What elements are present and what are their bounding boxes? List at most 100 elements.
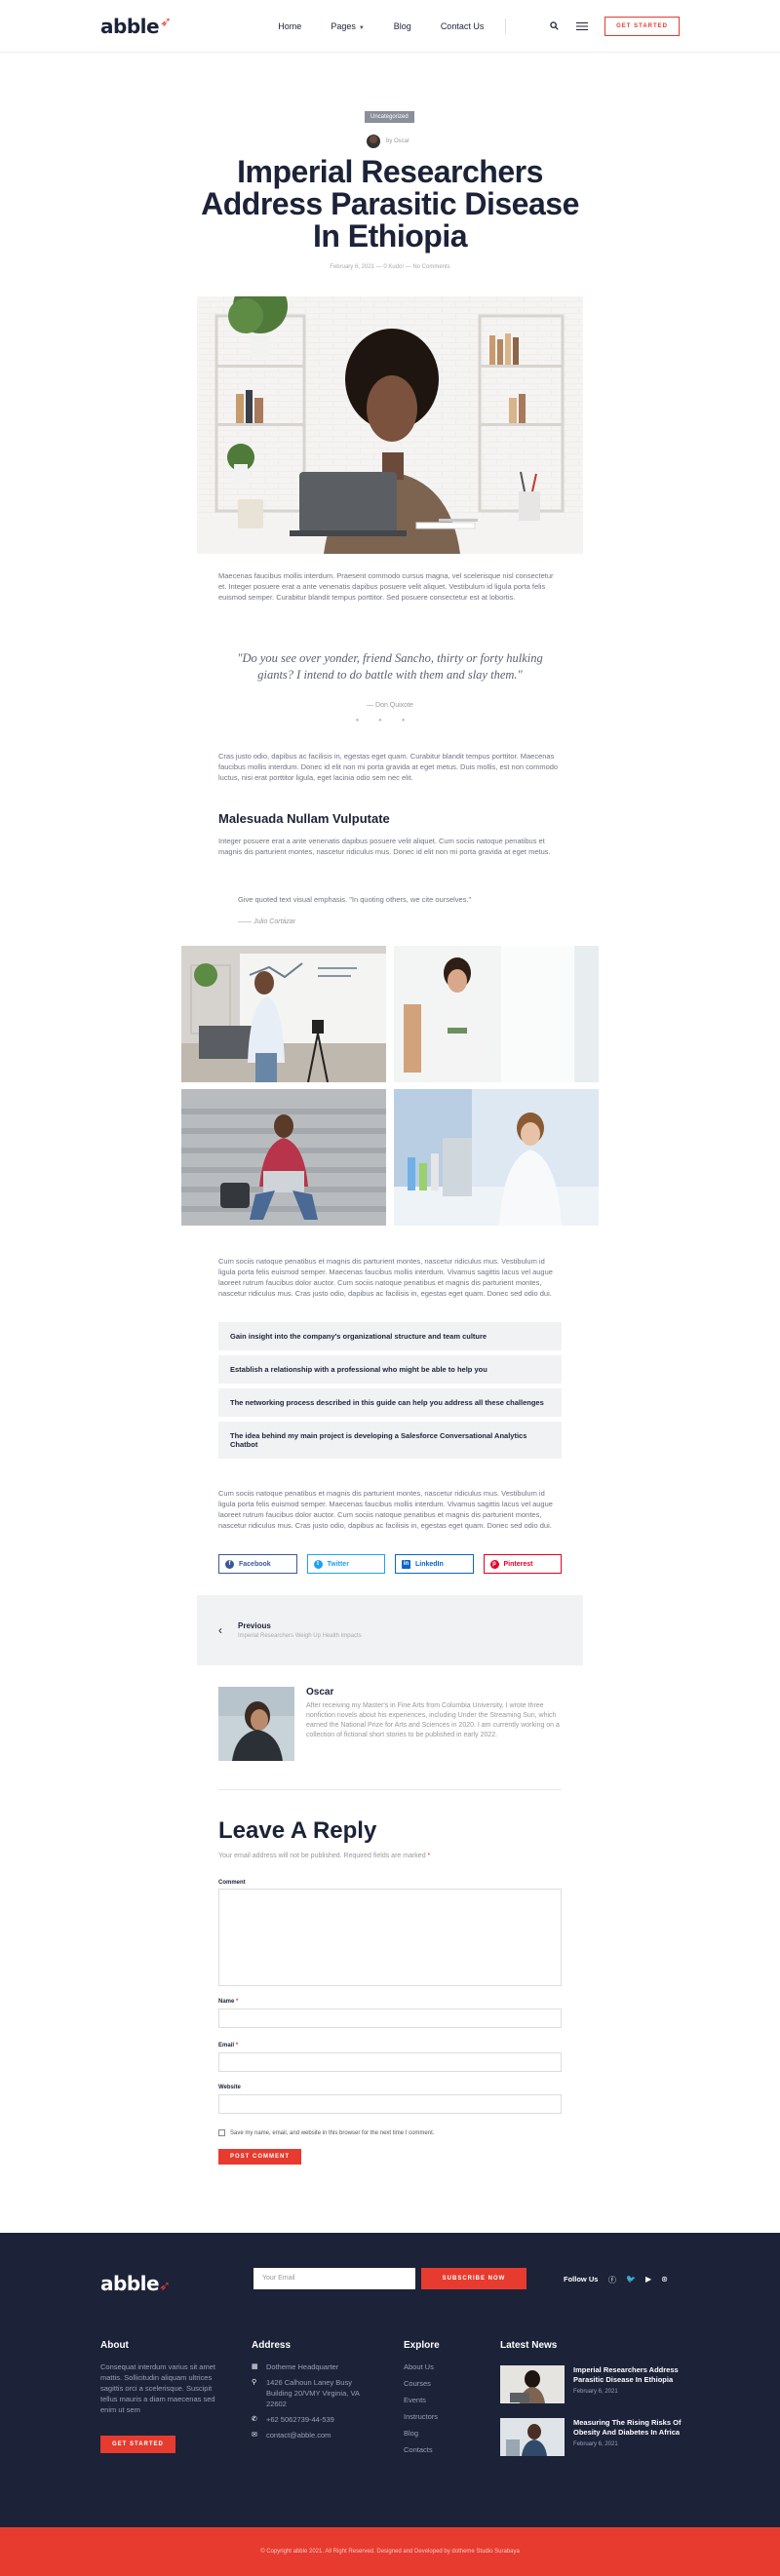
- nav-item-home[interactable]: Home: [278, 21, 301, 31]
- twitter-icon[interactable]: 🐦: [626, 2275, 636, 2285]
- nav-item-pages[interactable]: Pages ▼: [331, 21, 364, 31]
- social-links: ⓕ 🐦 ▶ ⊛: [608, 2275, 668, 2285]
- footer-link-courses[interactable]: Courses: [404, 2378, 438, 2389]
- author-name[interactable]: by Oscar: [386, 138, 410, 144]
- previous-label: Previous: [238, 1621, 271, 1630]
- author-name: Oscar: [306, 1687, 334, 1698]
- email-label: Email *: [218, 2043, 239, 2049]
- checklist: Gain insight into the company's organiza…: [218, 1322, 562, 1464]
- gallery-image-teacher[interactable]: [181, 946, 386, 1082]
- copyright-bar: © Copyright abble 2021. All Right Reserv…: [0, 2527, 780, 2576]
- address-email[interactable]: ✉ contact@abble.com: [252, 2430, 373, 2440]
- footer-address-title: Address: [252, 2340, 292, 2351]
- nav-item-contact[interactable]: Contact Us: [441, 21, 485, 31]
- paragraph-3: Integer posuere erat a ante venenatis da…: [218, 837, 551, 856]
- news-date: February 6, 2021: [573, 2441, 618, 2447]
- address-phone[interactable]: ✆ +62 5062739-44-539: [252, 2414, 373, 2425]
- site-header: abble ➶ Home Pages ▼ Blog Contact Us GET S…: [0, 0, 780, 53]
- gallery-image-student-laptop[interactable]: [181, 1089, 386, 1226]
- header-divider: [505, 18, 507, 34]
- building-icon: ▦: [252, 2363, 258, 2370]
- get-started-button[interactable]: GET STARTED: [604, 16, 680, 36]
- name-input[interactable]: [218, 2009, 562, 2028]
- youtube-icon[interactable]: ▶: [645, 2275, 651, 2285]
- paragraph-5: Cum sociis natoque penatibus et magnis d…: [218, 1489, 553, 1530]
- share-pinterest-button[interactable]: p Pinterest: [483, 1554, 562, 1574]
- subscribe-button[interactable]: SUBSCRIBE NOW: [421, 2268, 526, 2289]
- image-gallery: [181, 946, 599, 1226]
- news-thumbnail: [500, 2365, 565, 2403]
- category-badge[interactable]: Uncategorized: [365, 111, 414, 123]
- save-info-label: Save my name, email, and website in this…: [230, 2129, 435, 2136]
- facebook-icon[interactable]: ⓕ: [608, 2275, 616, 2285]
- nav-item-blog[interactable]: Blog: [394, 21, 411, 31]
- main-nav: Home Pages ▼ Blog Contact Us: [278, 21, 484, 31]
- divider: [218, 1789, 562, 1790]
- featured-image: [197, 296, 583, 554]
- dribbble-icon[interactable]: ⊛: [661, 2275, 668, 2285]
- comment-textarea[interactable]: [218, 1889, 562, 1986]
- address-street: ⚲ 1426 Calhoun Laney Busy Building 20/VMY…: [252, 2378, 360, 2408]
- news-title: Measuring The Rising Risks Of Obesity An…: [573, 2418, 682, 2437]
- footer-address: ▦ Dotheme Headquarter ⚲ 1426 Calhoun Laney…: [252, 2361, 373, 2445]
- search-icon[interactable]: [550, 21, 560, 30]
- menu-icon[interactable]: [576, 21, 589, 30]
- blockquote-author: —— Julio Cortázar: [238, 918, 296, 925]
- author-avatar: [367, 135, 380, 148]
- footer-about-title: About: [100, 2340, 129, 2351]
- post-meta: February 6, 2021 — 0 Kudo! — No Comments: [330, 264, 450, 270]
- news-item[interactable]: Imperial Researchers Address Parasitic D…: [500, 2365, 688, 2403]
- footer-news-title: Latest News: [500, 2340, 558, 2351]
- paragraph-2: Cras justo odio, dapibus ac facilisis in…: [218, 752, 559, 782]
- checklist-item: The networking process described in this…: [218, 1388, 562, 1417]
- footer-logo[interactable]: abble➶: [100, 2272, 171, 2295]
- footer-link-events[interactable]: Events: [404, 2395, 438, 2405]
- section-heading: Malesuada Nullam Vulputate: [218, 811, 390, 826]
- chevron-down-icon: ▼: [358, 24, 365, 31]
- share-linkedin-button[interactable]: in LinkedIn: [395, 1554, 474, 1574]
- gallery-image-woman-smiling[interactable]: [394, 946, 599, 1082]
- footer-link-blog[interactable]: Blog: [404, 2428, 438, 2439]
- news-title: Imperial Researchers Address Parasitic D…: [573, 2365, 679, 2384]
- pull-quote: "Do you see over yonder, friend Sancho, …: [237, 651, 543, 682]
- post-comment-button[interactable]: POST COMMENT: [218, 2149, 301, 2165]
- logo-swoosh-icon: ➶: [160, 14, 172, 30]
- address-hq: ▦ Dotheme Headquarter: [252, 2362, 339, 2371]
- previous-title: Imperial Researchers Weigh Up Health Imp…: [238, 1633, 362, 1639]
- footer-link-instructors[interactable]: Instructors: [404, 2411, 438, 2422]
- comment-label: Comment: [218, 1880, 246, 1886]
- logo[interactable]: abble ➶: [100, 14, 172, 38]
- reply-note: Your email address will not be published…: [218, 1853, 431, 1859]
- blockquote: Give quoted text visual emphasis. "In qu…: [238, 895, 472, 904]
- pull-quote-author: — Don Quixote: [367, 702, 413, 709]
- footer-get-started-button[interactable]: GET STARTED: [100, 2436, 176, 2453]
- website-input[interactable]: [218, 2094, 562, 2114]
- news-item[interactable]: Measuring The Rising Risks Of Obesity An…: [500, 2418, 688, 2456]
- share-buttons: f Facebook t Twitter in LinkedIn p Pinterest: [218, 1554, 562, 1574]
- post-title: Imperial Researchers Address Parasitic D…: [201, 154, 579, 254]
- reply-heading: Leave A Reply: [218, 1817, 377, 1844]
- author-description: After receiving my Master's in Fine Arts…: [306, 1702, 560, 1738]
- name-label: Name *: [218, 1999, 239, 2005]
- checklist-item: Gain insight into the company's organiza…: [218, 1322, 562, 1350]
- paragraph-4: Cum sociis natoque penatibus et magnis d…: [218, 1257, 553, 1298]
- email-input[interactable]: [218, 2052, 562, 2072]
- gallery-image-lab-scientist[interactable]: [394, 1089, 599, 1226]
- share-twitter-button[interactable]: t Twitter: [306, 1554, 385, 1574]
- newsletter-email-input[interactable]: Your Email: [254, 2268, 415, 2289]
- previous-post-link[interactable]: ‹ Previous Imperial Researchers Weigh Up…: [197, 1595, 583, 1665]
- intro-paragraph: Maecenas faucibus mollis interdum. Praes…: [218, 571, 554, 602]
- footer-explore-links: About Us Courses Events Instructors Blog…: [404, 2361, 438, 2461]
- pin-icon: ⚲: [252, 2379, 257, 2386]
- slider-dots[interactable]: ●●●: [0, 718, 780, 723]
- save-info-checkbox[interactable]: [218, 2129, 225, 2136]
- footer-about-text: Consequat interdum varius sit amet matti…: [100, 2362, 215, 2414]
- share-facebook-button[interactable]: f Facebook: [218, 1554, 297, 1574]
- pinterest-icon: p: [489, 1559, 499, 1569]
- chat-icon: ✉: [252, 2432, 257, 2439]
- footer-link-about[interactable]: About Us: [404, 2361, 438, 2372]
- news-date: February 6, 2021: [573, 2389, 618, 2395]
- checklist-item: Establish a relationship with a professi…: [218, 1355, 562, 1384]
- footer-link-contacts[interactable]: Contacts: [404, 2444, 438, 2455]
- news-thumbnail: [500, 2418, 565, 2456]
